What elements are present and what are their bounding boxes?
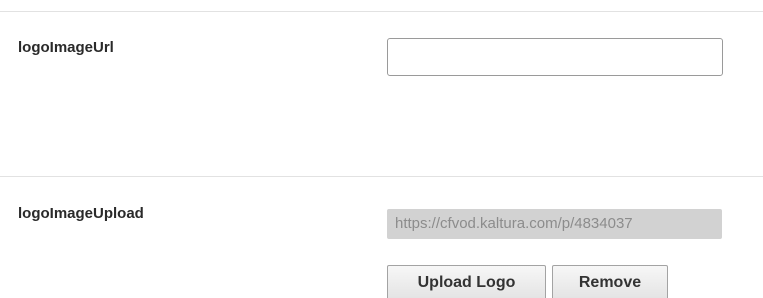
logo-image-upload-label: logoImageUpload — [18, 205, 144, 222]
top-divider — [0, 11, 763, 12]
logo-image-upload-url-field: https://cfvod.kaltura.com/p/4834037 — [387, 209, 722, 239]
logo-image-url-input[interactable] — [387, 38, 723, 76]
section-divider — [0, 176, 763, 177]
remove-button[interactable]: Remove — [552, 265, 668, 298]
settings-panel: logoImageUrl logoImageUpload https://cfv… — [0, 0, 763, 298]
logo-image-url-label: logoImageUrl — [18, 39, 114, 56]
upload-logo-button[interactable]: Upload Logo — [387, 265, 546, 298]
